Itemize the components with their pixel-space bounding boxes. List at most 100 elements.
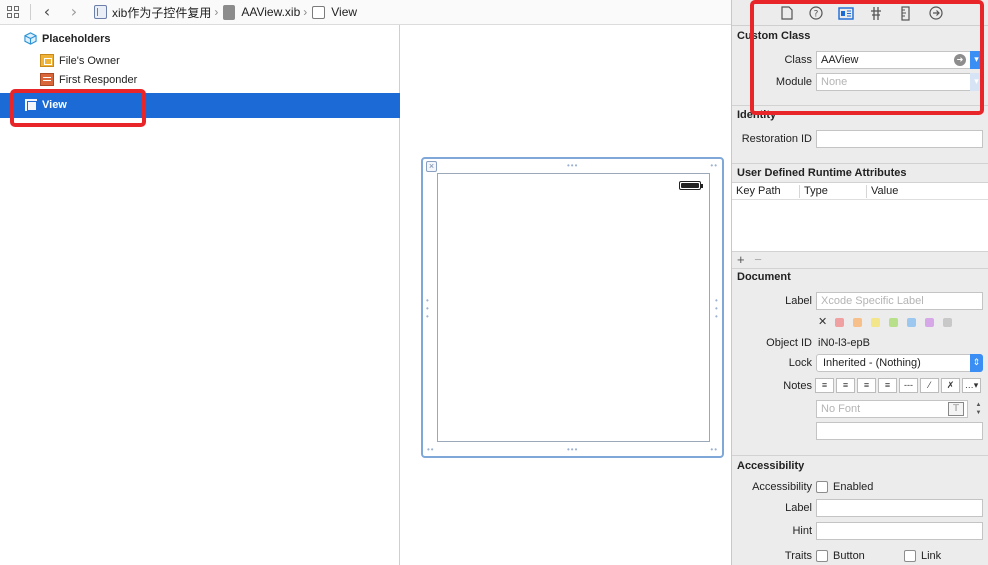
column-value[interactable]: Value <box>871 185 898 197</box>
hint-label: Hint <box>792 525 812 537</box>
section-title-document: Document <box>737 271 791 283</box>
section-title-accessibility: Accessibility <box>737 460 805 472</box>
doc-label-field[interactable]: Xcode Specific Label <box>816 292 983 310</box>
resize-handle-top-right[interactable]: •• <box>710 162 718 170</box>
resize-handle-right[interactable]: • • • <box>715 297 719 321</box>
color-swatch[interactable] <box>925 318 934 327</box>
lock-popup[interactable]: Inherited - (Nothing) ⇕ <box>816 354 983 372</box>
section-divider <box>732 455 988 456</box>
traits-label: Traits <box>784 550 812 562</box>
jump-bar: ‹ › xib作为子控件复用 › AAView.xib › View <box>0 0 731 25</box>
chevron-updown-icon[interactable]: ⇕ <box>970 354 983 372</box>
close-icon[interactable]: × <box>426 161 437 172</box>
breadcrumb-folder[interactable]: xib作为子控件复用 › <box>94 4 223 21</box>
column-divider <box>866 185 867 198</box>
a11y-label-label: Label <box>785 502 812 514</box>
a11y-label-field[interactable] <box>816 499 983 517</box>
udra-table[interactable]: Key Path Type Value <box>732 182 988 252</box>
resize-handle-top[interactable]: ••• <box>567 162 578 170</box>
udra-table-header: Key Path Type Value <box>732 183 988 200</box>
column-divider <box>799 185 800 198</box>
jump-bar-divider <box>30 4 31 20</box>
highlight-box-custom-class <box>750 0 984 115</box>
enabled-label: Enabled <box>833 481 874 493</box>
more-options-icon[interactable]: …▾ <box>962 378 981 393</box>
trait-button-checkbox[interactable] <box>816 550 828 562</box>
notes-label: Notes <box>783 380 812 392</box>
outline-first-responder[interactable]: First Responder <box>40 73 137 86</box>
outline-label: First Responder <box>59 73 138 86</box>
background-color-icon[interactable]: ✗ <box>941 378 960 393</box>
section-divider <box>732 268 988 269</box>
align-left-icon[interactable]: ≡ <box>815 378 834 393</box>
chevron-right-icon: › <box>303 5 308 19</box>
accessibility-enabled-checkbox[interactable] <box>816 481 828 493</box>
view-icon <box>312 5 326 19</box>
accessibility-label: Accessibility <box>752 481 812 493</box>
resize-handle-left[interactable]: • • • <box>426 297 430 321</box>
chevron-right-icon: › <box>214 5 219 19</box>
color-swatch[interactable] <box>871 318 880 327</box>
battery-icon <box>679 181 703 190</box>
trait-button-label: Button <box>833 550 865 562</box>
hint-field[interactable] <box>816 522 983 540</box>
color-swatch[interactable] <box>853 318 862 327</box>
back-arrow-icon[interactable]: ‹ <box>40 4 54 20</box>
breadcrumb-view[interactable]: View <box>312 5 357 19</box>
align-justify-icon[interactable]: ≡ <box>878 378 897 393</box>
resize-handle-bottom-right[interactable]: •• <box>710 446 718 454</box>
add-button[interactable]: + <box>737 252 745 267</box>
column-key-path[interactable]: Key Path <box>736 185 781 197</box>
text-color-icon[interactable]: ⁄ <box>920 378 939 393</box>
doc-label-label: Label <box>785 295 812 307</box>
udra-add-remove: + − <box>737 252 762 267</box>
section-divider <box>732 163 988 164</box>
font-placeholder: No Font <box>821 403 861 415</box>
outline-label: Placeholders <box>42 32 111 45</box>
forward-arrow-icon[interactable]: › <box>67 4 81 20</box>
font-field[interactable]: No Font T <box>816 400 968 418</box>
clear-color-icon[interactable]: ✕ <box>818 315 827 328</box>
restoration-id-field[interactable] <box>816 130 983 148</box>
color-swatch[interactable] <box>907 318 916 327</box>
restoration-id-label: Restoration ID <box>741 133 812 145</box>
outline-label: File's Owner <box>59 54 120 67</box>
align-center-icon[interactable]: ≡ <box>836 378 855 393</box>
first-responder-icon <box>40 73 54 86</box>
resize-handle-bottom[interactable]: ••• <box>567 446 578 454</box>
font-picker-icon[interactable]: T <box>948 402 964 416</box>
align-right-icon[interactable]: ≡ <box>857 378 876 393</box>
related-items-grid-icon[interactable] <box>7 6 21 18</box>
column-type[interactable]: Type <box>804 185 828 197</box>
notes-text-field[interactable] <box>816 422 983 440</box>
interface-canvas: × ••• •• • • • • • • •• ••• •• <box>401 25 731 565</box>
color-swatch[interactable] <box>889 318 898 327</box>
trait-link-label: Link <box>921 550 942 562</box>
files-owner-icon <box>40 54 54 67</box>
section-title-udra: User Defined Runtime Attributes <box>737 167 907 179</box>
view-content[interactable] <box>437 173 710 442</box>
remove-button[interactable]: − <box>754 252 762 267</box>
outline-placeholders[interactable]: Placeholders <box>24 32 110 45</box>
resize-handle-bottom-left[interactable]: •• <box>427 446 435 454</box>
color-swatch[interactable] <box>943 318 952 327</box>
xib-file-icon <box>223 4 236 20</box>
breadcrumb-file[interactable]: AAView.xib › <box>223 4 312 20</box>
font-size-stepper[interactable]: ▲ ▼ <box>974 401 983 417</box>
object-id-label: Object ID <box>766 337 812 349</box>
color-swatch[interactable] <box>835 318 844 327</box>
breadcrumb-label: AAView.xib <box>241 5 301 19</box>
highlight-box-view <box>10 89 146 127</box>
align-natural-icon[interactable]: --- <box>899 378 918 393</box>
cube-icon <box>24 32 37 45</box>
folder-icon <box>94 5 107 19</box>
outline-files-owner[interactable]: File's Owner <box>40 54 120 67</box>
trait-link-checkbox[interactable] <box>904 550 916 562</box>
breadcrumb-label: View <box>331 5 358 19</box>
lock-label: Lock <box>788 357 812 369</box>
doc-label-placeholder: Xcode Specific Label <box>821 295 924 307</box>
breadcrumb-label: xib作为子控件复用 <box>112 5 212 20</box>
object-id-value: iN0-l3-epB <box>818 337 870 349</box>
notes-toolbar: ≡ ≡ ≡ ≡ --- ⁄ ✗ …▾ <box>815 378 981 393</box>
view-scene[interactable]: × ••• •• • • • • • • •• ••• •• <box>421 157 724 458</box>
